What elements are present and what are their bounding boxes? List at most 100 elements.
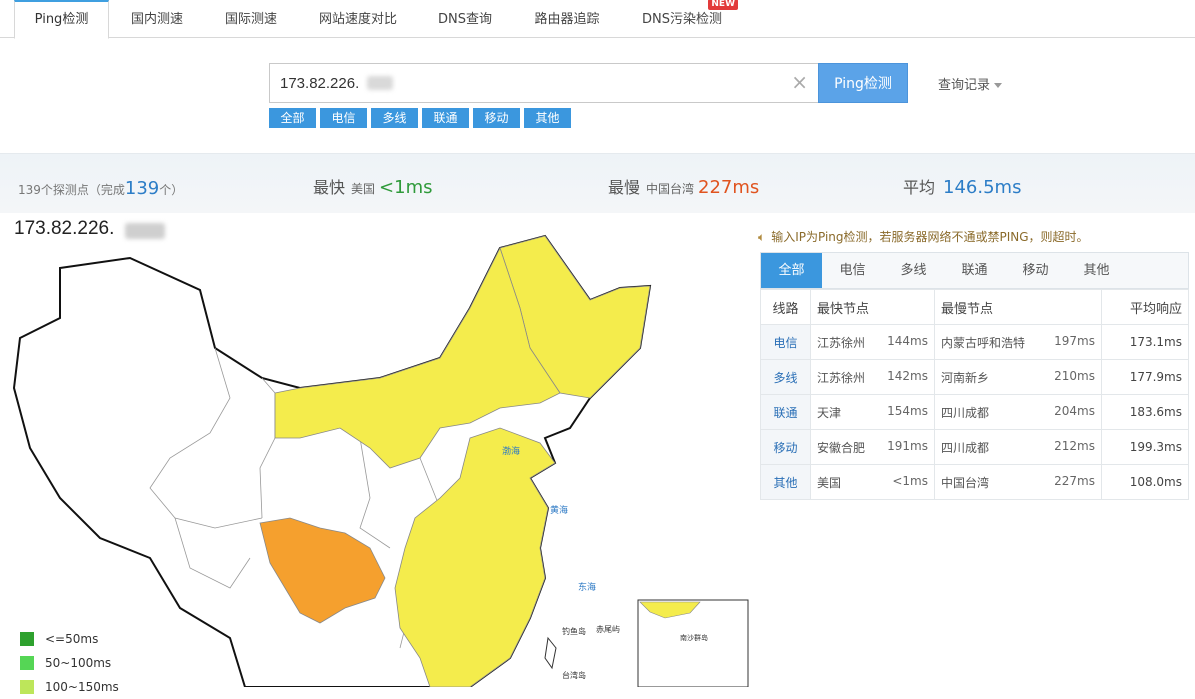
header-line: 线路 [760,289,811,325]
bohai-label: 渤海 [502,445,520,457]
average-label: 平均 [903,178,936,197]
fastest-stat: 最快 美国 <1ms [313,174,432,198]
slow-ms: 204ms [1054,403,1095,418]
history-dropdown[interactable]: 查询记录 [938,74,1003,93]
yellow-sea-label: 黄海 [550,504,568,516]
clear-icon[interactable]: × [791,72,808,92]
row-line[interactable]: 多线 [760,359,811,395]
fast-ms: 154ms [887,403,928,418]
result-table: 线路 最快节点 最慢节点 平均响应 电信 江苏徐州 144ms 内蒙古呼和浩特 19… [760,289,1189,500]
result-tabs: 全部 电信 多线 联通 移动 其他 [760,252,1189,289]
legend-item: 50~100ms [20,651,119,675]
average-value: 146.5ms [943,177,1022,198]
slow-location: 四川成都 [941,405,990,420]
result-tab-all[interactable]: 全部 [761,253,822,288]
tab-route-trace[interactable]: 路由器追踪 [522,0,612,38]
tab-website-compare[interactable]: 网站速度对比 [308,0,408,38]
fast-ms: 142ms [887,368,928,383]
stats-band: 139个探测点（完成139个） 最快 美国 <1ms 最慢 中国台湾 227ms 平均 1… [0,153,1195,213]
result-tab-telecom[interactable]: 电信 [822,253,883,288]
ping-button[interactable]: Ping检测 [818,63,908,103]
average-stat: 平均 146.5ms [903,174,1021,198]
slow-ms: 210ms [1054,368,1095,383]
redacted-ip-part [367,76,393,90]
row-line[interactable]: 电信 [760,324,811,360]
row-line[interactable]: 联通 [760,394,811,430]
row-line[interactable]: 移动 [760,429,811,465]
tab-dns-pollution-label: DNS污染检测 [642,12,722,27]
legend-swatch [20,632,34,646]
header-average: 平均响应 [1101,289,1189,325]
table-row: 其他 美国 <1ms 中国台湾 227ms 108.0ms [760,464,1189,500]
fast-ms: <1ms [892,473,928,488]
result-tab-other[interactable]: 其他 [1066,253,1127,288]
table-row: 联通 天津 154ms 四川成都 204ms 183.6ms [760,394,1189,430]
table-row: 电信 江苏徐州 144ms 内蒙古呼和浩特 197ms 173.1ms [760,324,1189,360]
slowest-value: 227ms [698,177,760,198]
row-slowest: 四川成都 204ms [934,394,1102,430]
slow-ms: 227ms [1054,473,1095,488]
line-filters: 全部 电信 多线 联通 移动 其他 [269,108,571,128]
row-slowest: 内蒙古呼和浩特 197ms [934,324,1102,360]
legend-label: <=50ms [45,632,99,646]
search-input[interactable] [280,64,780,102]
china-latency-map: 渤海 黄海 东海 钓鱼岛 赤尾屿 台湾岛 南沙群岛 [12,234,749,687]
result-tab-mobile[interactable]: 移动 [1005,253,1066,288]
nansha-label: 南沙群岛 [680,633,708,642]
search-box: × [269,63,818,103]
legend-swatch [20,656,34,670]
fast-location: 美国 [817,475,842,490]
header-fastest: 最快节点 [810,289,935,325]
fast-ms: 144ms [887,333,928,348]
slow-location: 中国台湾 [941,475,990,490]
tab-domestic-speed[interactable]: 国内测速 [120,0,194,38]
east-sea-label: 东海 [578,581,596,593]
header-slowest: 最慢节点 [934,289,1102,325]
row-average: 108.0ms [1101,464,1189,500]
speaker-icon: 🔈︎ [758,230,766,244]
row-line[interactable]: 其他 [760,464,811,500]
fast-location: 江苏徐州 [817,370,866,385]
result-tab-multiline[interactable]: 多线 [883,253,944,288]
slowest-location: 中国台湾 [646,182,695,196]
legend-label: 100~150ms [45,680,119,694]
tab-dns-query[interactable]: DNS查询 [428,0,502,38]
slow-ms: 212ms [1054,438,1095,453]
filter-multiline[interactable]: 多线 [371,108,418,128]
notice-message: 输入IP为Ping检测，若服务器网络不通或禁PING，则超时。 [771,230,1089,244]
slow-location: 内蒙古呼和浩特 [941,335,1026,350]
row-fastest: 安徽合肥 191ms [810,429,935,465]
result-tab-unicom[interactable]: 联通 [944,253,1005,288]
row-fastest: 江苏徐州 142ms [810,359,935,395]
fast-ms: 191ms [887,438,928,453]
tab-ping[interactable]: Ping检测 [14,0,109,39]
table-row: 移动 安徽合肥 191ms 四川成都 212ms 199.3ms [760,429,1189,465]
filter-mobile[interactable]: 移动 [473,108,520,128]
fast-location: 天津 [817,405,842,420]
filter-other[interactable]: 其他 [524,108,571,128]
tab-international-speed[interactable]: 国际测速 [214,0,288,38]
diaoyu-label: 钓鱼岛 [562,626,586,636]
slowest-label: 最慢 [608,178,641,197]
legend-label: 50~100ms [45,656,112,670]
filter-telecom[interactable]: 电信 [320,108,367,128]
row-fastest: 美国 <1ms [810,464,935,500]
filter-all[interactable]: 全部 [269,108,316,128]
probe-done-count: 139 [124,178,160,199]
history-label: 查询记录 [938,78,991,93]
row-fastest: 天津 154ms [810,394,935,430]
fastest-location: 美国 [351,182,376,196]
tab-dns-pollution[interactable]: DNS污染检测 NEW [632,0,738,38]
chevron-down-icon [994,83,1003,88]
slowest-stat: 最慢 中国台湾 227ms [608,174,759,198]
row-average: 199.3ms [1101,429,1189,465]
table-row: 多线 江苏徐州 142ms 河南新乡 210ms 177.9ms [760,359,1189,395]
fastest-label: 最快 [313,178,346,197]
row-slowest: 四川成都 212ms [934,429,1102,465]
filter-unicom[interactable]: 联通 [422,108,469,128]
top-tab-bar: Ping检测 国内测速 国际测速 网站速度对比 DNS查询 路由器追踪 DNS污… [0,0,1195,39]
slow-location: 四川成都 [941,440,990,455]
notice-text: 🔈︎ 输入IP为Ping检测，若服务器网络不通或禁PING，则超时。 [758,228,1089,245]
table-header-row: 线路 最快节点 最慢节点 平均响应 [760,289,1189,325]
probe-count: 139个探测点（完成139个） [18,178,183,199]
